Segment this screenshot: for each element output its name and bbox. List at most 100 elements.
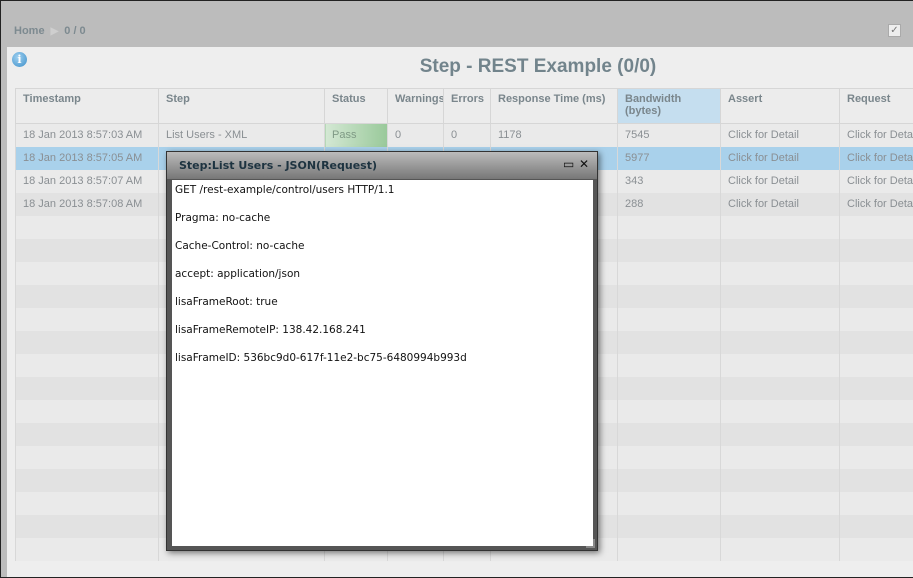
cell-assert (720, 307, 840, 331)
cell-response-time: 1178 (490, 123, 618, 147)
cell-assert (720, 514, 840, 538)
cell-assert (720, 353, 840, 377)
column-header[interactable]: Timestamp (15, 88, 159, 124)
cell-request (839, 215, 913, 239)
cell-request (839, 468, 913, 492)
cell-timestamp (15, 491, 159, 515)
cell-assert (720, 330, 840, 354)
breadcrumb-position: 0 / 0 (64, 25, 86, 37)
cell-assert (720, 422, 840, 446)
cell-timestamp (15, 330, 159, 354)
cell-request (839, 284, 913, 308)
breadcrumb-home[interactable]: Home (14, 25, 45, 37)
cell-request (839, 445, 913, 469)
request-content: GET /rest-example/control/users HTTP/1.1… (172, 180, 593, 546)
header-line: GET /rest-example/control/users HTTP/1.1 (175, 184, 395, 196)
cell-request[interactable]: Click for Detail (839, 123, 913, 147)
cell-request[interactable]: Click for Detail (839, 192, 913, 216)
maximize-icon[interactable]: ▭ (563, 157, 574, 171)
cell-timestamp (15, 468, 159, 492)
column-header[interactable]: Status (324, 88, 388, 124)
cell-timestamp: 18 Jan 2013 8:57:07 AM (15, 169, 159, 193)
column-header[interactable]: Request (839, 88, 913, 124)
cell-bandwidth (617, 261, 721, 285)
cell-request (839, 537, 913, 561)
cell-timestamp: 18 Jan 2013 8:57:08 AM (15, 192, 159, 216)
cell-timestamp: 18 Jan 2013 8:57:03 AM (15, 123, 159, 147)
app-window: Home ▶ 0 / 0 ✓ i Step - REST Example (0/0)… (0, 0, 913, 578)
dialog-title: Step:List Users - JSON(Request) (179, 159, 377, 172)
cell-assert (720, 445, 840, 469)
cell-bandwidth: 288 (617, 192, 721, 216)
cell-bandwidth (617, 537, 721, 561)
header-line: Pragma: no-cache (175, 212, 271, 224)
cell-assert (720, 491, 840, 515)
cell-assert (720, 238, 840, 262)
cell-bandwidth (617, 353, 721, 377)
column-header[interactable]: Step (158, 88, 325, 124)
cell-assert (720, 537, 840, 561)
table-row[interactable]: 18 Jan 2013 8:57:03 AM List Users - XML Pa… (15, 123, 913, 147)
checkbox[interactable]: ✓ (888, 24, 901, 37)
cell-request (839, 307, 913, 331)
cell-request (839, 353, 913, 377)
cell-assert (720, 468, 840, 492)
cell-timestamp (15, 445, 159, 469)
cell-bandwidth (617, 330, 721, 354)
close-icon[interactable]: ✕ (579, 157, 589, 171)
dialog-title-bar[interactable]: Step:List Users - JSON(Request) ▭ ✕ (167, 152, 597, 179)
column-header[interactable]: Warnings (387, 88, 444, 124)
cell-timestamp (15, 376, 159, 400)
cell-bandwidth: 343 (617, 169, 721, 193)
cell-bandwidth (617, 215, 721, 239)
column-header[interactable]: Assert (720, 88, 840, 124)
cell-bandwidth (617, 422, 721, 446)
cell-request (839, 399, 913, 423)
cell-assert (720, 215, 840, 239)
cell-request (839, 330, 913, 354)
cell-bandwidth (617, 399, 721, 423)
cell-timestamp (15, 537, 159, 561)
header-line: lisaFrameRoot: true (175, 296, 278, 308)
cell-step: List Users - XML (158, 123, 325, 147)
cell-assert[interactable]: Click for Detail (720, 192, 840, 216)
cell-timestamp (15, 238, 159, 262)
page-title: Step - REST Example (0/0) (419, 56, 657, 77)
cell-request[interactable]: Click for Detail (839, 146, 913, 170)
header-line: accept: application/json (175, 268, 301, 280)
cell-timestamp (15, 422, 159, 446)
cell-status: Pass (324, 123, 388, 147)
cell-warnings: 0 (387, 123, 444, 147)
cell-bandwidth (617, 284, 721, 308)
cell-bandwidth (617, 491, 721, 515)
cell-bandwidth (617, 307, 721, 331)
column-header[interactable]: Bandwidth (bytes) (617, 88, 721, 124)
cell-assert[interactable]: Click for Detail (720, 169, 840, 193)
cell-assert[interactable]: Click for Detail (720, 146, 840, 170)
cell-bandwidth (617, 468, 721, 492)
cell-request (839, 514, 913, 538)
cell-timestamp (15, 261, 159, 285)
cell-request[interactable]: Click for Detail (839, 169, 913, 193)
cell-bandwidth: 7545 (617, 123, 721, 147)
cell-timestamp (15, 284, 159, 308)
cell-assert (720, 284, 840, 308)
cell-request (839, 238, 913, 262)
request-detail-dialog: Step:List Users - JSON(Request) ▭ ✕ GET … (166, 151, 598, 551)
breadcrumb: Home ▶ 0 / 0 (14, 25, 86, 37)
cell-errors: 0 (443, 123, 491, 147)
cell-bandwidth (617, 238, 721, 262)
cell-timestamp (15, 215, 159, 239)
header-line: lisaFrameID: 536bc9d0-617f-11e2-bc75-648… (175, 352, 467, 364)
cell-bandwidth (617, 445, 721, 469)
cell-assert[interactable]: Click for Detail (720, 123, 840, 147)
cell-request (839, 376, 913, 400)
column-header[interactable]: Response Time (ms) (490, 88, 618, 124)
cell-timestamp (15, 307, 159, 331)
header-line: Cache-Control: no-cache (175, 240, 305, 252)
cell-timestamp (15, 353, 159, 377)
column-header[interactable]: Errors (443, 88, 491, 124)
cell-request (839, 261, 913, 285)
resize-handle-icon[interactable] (586, 539, 595, 548)
breadcrumb-arrow-icon: ▶ (50, 26, 59, 37)
